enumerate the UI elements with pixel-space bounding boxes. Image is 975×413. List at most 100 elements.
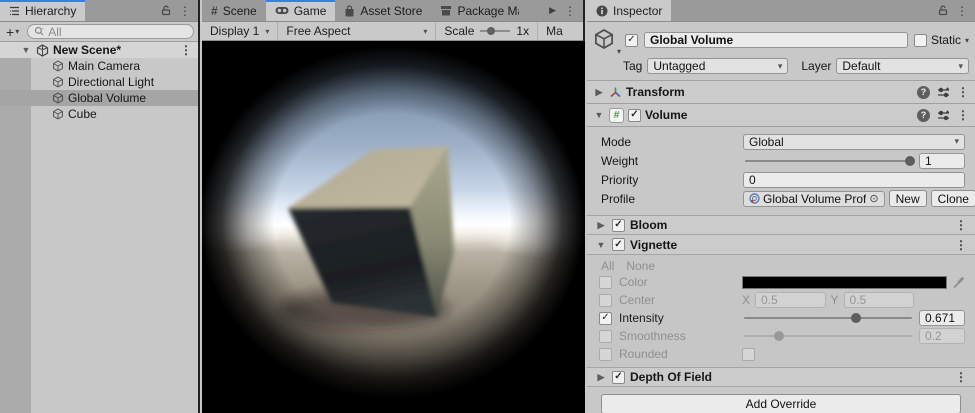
component-menu-icon[interactable]: ⋮ xyxy=(957,86,969,98)
tab-hierarchy[interactable]: Hierarchy xyxy=(0,0,85,21)
foldout-open-icon[interactable]: ▼ xyxy=(20,45,32,55)
foldout-closed-icon[interactable]: ▶ xyxy=(595,372,607,383)
hierarchy-item-directional-light[interactable]: Directional Light xyxy=(0,74,198,90)
game-viewport[interactable] xyxy=(202,41,585,413)
override-menu-icon[interactable]: ⋮ xyxy=(955,219,967,231)
scale-slider[interactable] xyxy=(480,26,510,36)
lock-icon[interactable] xyxy=(161,5,171,16)
select-none-link[interactable]: None xyxy=(626,259,655,273)
profile-value: Global Volume Prof xyxy=(763,192,866,206)
lock-icon[interactable] xyxy=(938,5,948,16)
check-icon: ✓ xyxy=(614,372,622,382)
scene-row[interactable]: ▼ New Scene* ⋮ xyxy=(0,42,198,58)
maximize-toggle[interactable]: Ma xyxy=(538,22,583,40)
mode-dropdown[interactable]: Global ▾ xyxy=(743,134,965,150)
scene-menu-icon[interactable]: ⋮ xyxy=(180,44,192,56)
vignette-override-header[interactable]: ▼ ✓ Vignette ⋮ xyxy=(587,235,975,255)
intensity-override-checkbox[interactable]: ✓ xyxy=(599,312,612,325)
gameobject-name-input[interactable]: Global Volume xyxy=(644,32,908,48)
hierarchy-item-global-volume[interactable]: Global Volume xyxy=(0,90,198,106)
check-icon: ✓ xyxy=(601,313,609,323)
static-dropdown-icon[interactable]: ▾ xyxy=(965,36,969,45)
smoothness-slider[interactable] xyxy=(742,328,914,344)
static-checkbox[interactable] xyxy=(914,34,927,47)
tab-scene[interactable]: # Scene xyxy=(202,0,266,21)
priority-value: 0 xyxy=(749,173,756,187)
intensity-slider[interactable] xyxy=(742,310,914,326)
eyedropper-icon[interactable] xyxy=(952,276,965,289)
center-override-checkbox[interactable] xyxy=(599,294,612,307)
intensity-input[interactable]: 0.671 xyxy=(919,310,965,326)
weight-input[interactable]: 1 xyxy=(919,153,965,169)
color-override-checkbox[interactable] xyxy=(599,276,612,289)
tab-scroll-icon[interactable]: ▶ xyxy=(549,5,556,16)
check-icon: ✓ xyxy=(630,110,638,120)
object-picker-icon[interactable]: ⊙ xyxy=(869,192,878,205)
smoothness-override-checkbox[interactable] xyxy=(599,330,612,343)
search-icon xyxy=(34,26,45,37)
weight-slider[interactable] xyxy=(743,153,915,169)
gameobject-cube-icon xyxy=(52,76,64,88)
layer-dropdown[interactable]: Default ▾ xyxy=(836,58,969,74)
volume-component-header[interactable]: ▼ # ✓ Volume ? ⋮ xyxy=(587,104,975,127)
game-menu-icon[interactable]: ⋮ xyxy=(564,5,576,17)
foldout-closed-icon[interactable]: ▶ xyxy=(595,220,607,231)
override-menu-icon[interactable]: ⋮ xyxy=(955,239,967,251)
scale-slider-handle[interactable] xyxy=(487,27,495,35)
override-menu-icon[interactable]: ⋮ xyxy=(955,371,967,383)
tab-inspector[interactable]: Inspector xyxy=(587,0,671,21)
tab-asset-store[interactable]: Asset Store xyxy=(335,0,431,21)
vignette-enabled-checkbox[interactable]: ✓ xyxy=(612,238,625,251)
dof-enabled-checkbox[interactable]: ✓ xyxy=(612,371,625,384)
smoothness-slider-handle[interactable] xyxy=(774,331,784,341)
hierarchy-tabbar: Hierarchy ⋮ xyxy=(0,0,198,22)
chevron-down-icon: ▾ xyxy=(15,27,19,36)
add-object-button[interactable]: + ▾ xyxy=(4,24,21,40)
profile-new-button[interactable]: New xyxy=(889,190,927,207)
hierarchy-item-cube[interactable]: Cube xyxy=(0,106,198,122)
tag-dropdown[interactable]: Untagged ▾ xyxy=(647,58,788,74)
presets-icon[interactable] xyxy=(937,110,950,121)
rounded-value-checkbox[interactable] xyxy=(742,348,755,361)
foldout-open-icon[interactable]: ▼ xyxy=(593,110,605,120)
hierarchy-menu-icon[interactable]: ⋮ xyxy=(179,5,191,17)
gameobject-cube-icon xyxy=(52,60,64,72)
aspect-dropdown[interactable]: Free Aspect ▾ xyxy=(278,22,436,40)
bloom-override-header[interactable]: ▶ ✓ Bloom ⋮ xyxy=(587,215,975,235)
help-icon[interactable]: ? xyxy=(917,86,930,99)
active-checkbox[interactable]: ✓ xyxy=(625,34,638,47)
weight-slider-handle[interactable] xyxy=(905,156,915,166)
intensity-slider-handle[interactable] xyxy=(851,313,861,323)
foldout-open-icon[interactable]: ▼ xyxy=(595,240,607,250)
transform-component-header[interactable]: ▶ Transform ? ⋮ xyxy=(587,81,975,104)
inspector-menu-icon[interactable]: ⋮ xyxy=(956,5,968,17)
rounded-override-checkbox[interactable] xyxy=(599,348,612,361)
tab-package-manager[interactable]: Package Ma xyxy=(431,0,519,21)
volume-enabled-checkbox[interactable]: ✓ xyxy=(628,109,641,122)
hierarchy-search-input[interactable]: All xyxy=(27,24,194,39)
color-swatch[interactable] xyxy=(742,276,947,289)
select-all-link[interactable]: All xyxy=(601,259,614,273)
smoothness-input[interactable]: 0.2 xyxy=(919,328,965,344)
foldout-closed-icon[interactable]: ▶ xyxy=(593,87,605,98)
tag-label: Tag xyxy=(623,59,642,73)
help-icon[interactable]: ? xyxy=(917,109,930,122)
script-icon: # xyxy=(609,108,624,123)
component-menu-icon[interactable]: ⋮ xyxy=(957,109,969,121)
bloom-title: Bloom xyxy=(630,218,667,232)
tab-game[interactable]: Game xyxy=(266,0,336,21)
display-dropdown[interactable]: Display 1 ▾ xyxy=(202,22,278,40)
profile-clone-button[interactable]: Clone xyxy=(931,190,975,207)
presets-icon[interactable] xyxy=(937,87,950,98)
dof-override-header[interactable]: ▶ ✓ Depth Of Field ⋮ xyxy=(587,367,975,387)
add-override-button[interactable]: Add Override xyxy=(601,394,961,413)
bloom-enabled-checkbox[interactable]: ✓ xyxy=(612,219,625,232)
center-x-input[interactable]: 0.5 xyxy=(755,292,825,308)
profile-object-field[interactable]: Global Volume Prof ⊙ xyxy=(743,191,885,207)
priority-input[interactable]: 0 xyxy=(743,172,965,188)
scene-icon xyxy=(36,44,49,57)
gameobject-icon[interactable]: ▾ xyxy=(593,28,619,52)
center-y-input[interactable]: 0.5 xyxy=(844,292,914,308)
tab-hierarchy-label: Hierarchy xyxy=(25,4,76,18)
hierarchy-item-main-camera[interactable]: Main Camera xyxy=(0,58,198,74)
